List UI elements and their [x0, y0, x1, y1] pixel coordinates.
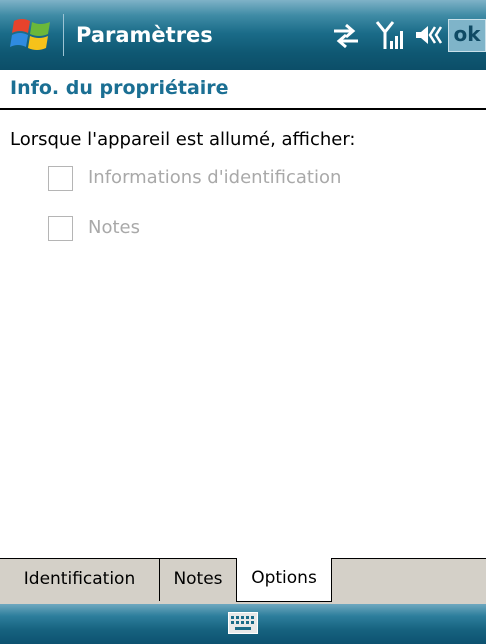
speaker-icon[interactable]: [413, 19, 445, 51]
tab-options[interactable]: Options: [236, 558, 332, 602]
ok-button[interactable]: ok: [448, 19, 486, 52]
tab-notes[interactable]: Notes: [160, 559, 237, 601]
title-divider: [63, 14, 64, 56]
keyboard-button[interactable]: [228, 612, 258, 634]
sync-arrows-icon[interactable]: [330, 19, 362, 51]
title-bar: Paramètres ok: [0, 0, 486, 70]
keyboard-icon: [228, 612, 258, 634]
page-heading: Info. du propriétaire: [0, 70, 486, 110]
menu-bar: [0, 604, 486, 644]
window-title: Paramètres: [76, 23, 213, 47]
identification-checkbox[interactable]: [48, 166, 73, 191]
start-button[interactable]: [10, 13, 54, 57]
display-prompt: Lorsque l'appareil est allumé, afficher:: [10, 129, 356, 150]
identification-checkbox-label: Informations d'identification: [88, 167, 342, 188]
signal-strength-icon[interactable]: [375, 19, 405, 51]
tab-strip: Identification Notes Options: [0, 558, 486, 604]
notes-checkbox-label: Notes: [88, 217, 140, 238]
settings-screen: Paramètres ok Info. du propriétaire Lors…: [0, 0, 486, 644]
notes-checkbox[interactable]: [48, 216, 73, 241]
tab-identification[interactable]: Identification: [0, 559, 160, 601]
page-title: Info. du propriétaire: [10, 77, 229, 99]
windows-flag-icon: [10, 19, 50, 50]
